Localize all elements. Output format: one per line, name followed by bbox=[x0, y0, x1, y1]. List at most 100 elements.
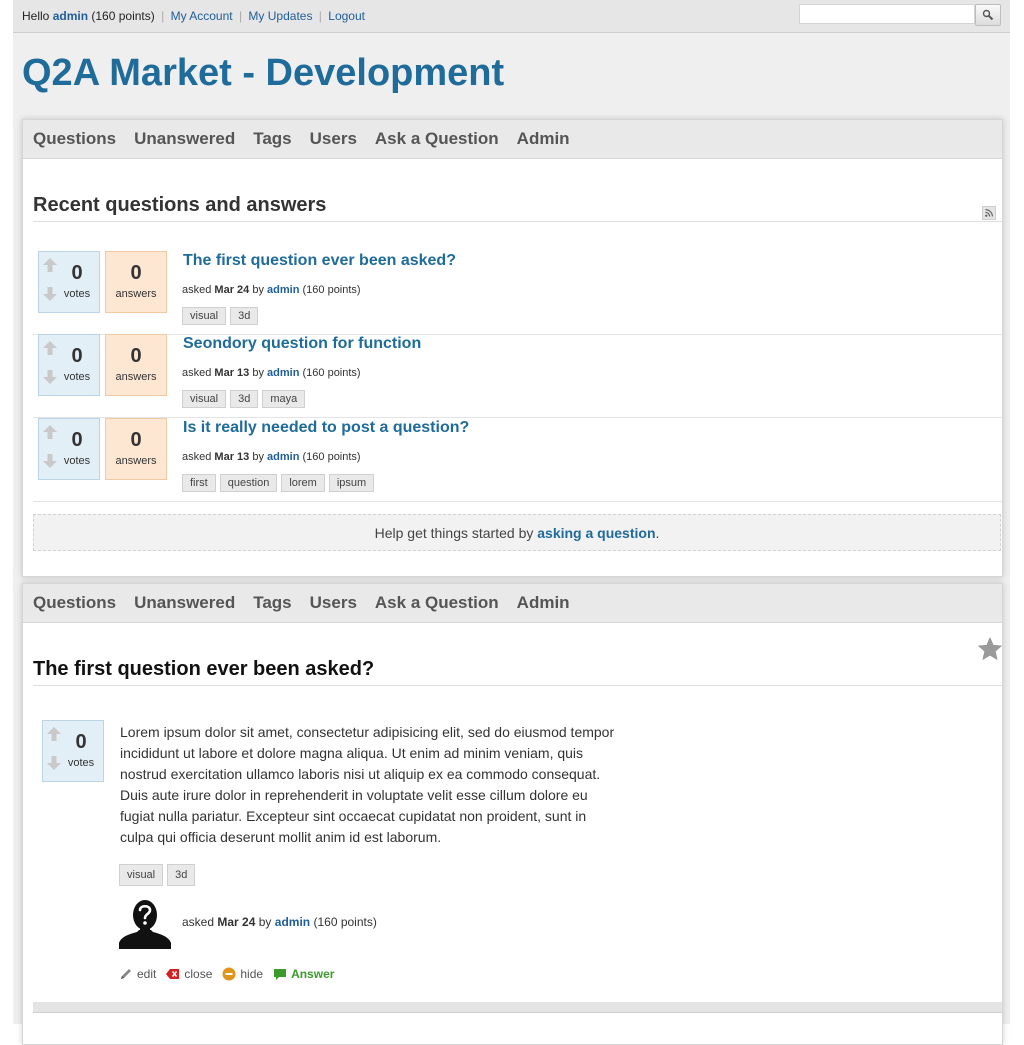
nav-unanswered[interactable]: Unanswered bbox=[134, 593, 235, 613]
list-item: 0 votes 0 answers Seondory question for … bbox=[33, 334, 1002, 418]
author-points: (160 points) bbox=[302, 284, 361, 296]
answer-button[interactable]: Answer bbox=[273, 967, 334, 981]
vote-down-icon[interactable] bbox=[42, 453, 58, 469]
tag-3d[interactable]: 3d bbox=[167, 864, 196, 886]
search-icon bbox=[982, 9, 994, 21]
question-title-link[interactable]: Is it really needed to post a question? bbox=[183, 419, 469, 437]
vote-down-icon[interactable] bbox=[42, 369, 58, 385]
my-updates-link[interactable]: My Updates bbox=[248, 9, 312, 23]
question-meta: asked Mar 13 by admin (160 points) bbox=[182, 367, 361, 379]
question-body: Lorem ipsum dolor sit amet, consectetur … bbox=[120, 724, 615, 845]
vote-count-box: 0 votes bbox=[38, 334, 100, 396]
asked-label: asked bbox=[182, 915, 215, 929]
avatar[interactable] bbox=[119, 897, 171, 949]
answers-label: answers bbox=[115, 455, 157, 467]
edit-button[interactable]: edit bbox=[119, 967, 156, 981]
search-button[interactable] bbox=[975, 4, 1001, 26]
question-meta: asked Mar 13 by admin (160 points) bbox=[182, 451, 361, 463]
vote-up-icon[interactable] bbox=[42, 424, 58, 440]
nav-unanswered[interactable]: Unanswered bbox=[134, 129, 235, 149]
tag-first[interactable]: first bbox=[182, 474, 216, 492]
answers-label: answers bbox=[115, 288, 157, 300]
close-label: close bbox=[184, 967, 213, 981]
hide-label: hide bbox=[240, 967, 264, 981]
edit-label: edit bbox=[137, 967, 157, 981]
tag-ipsum[interactable]: ipsum bbox=[328, 474, 375, 492]
tag-question[interactable]: question bbox=[219, 474, 278, 492]
nav-users[interactable]: Users bbox=[310, 593, 357, 613]
pencil-icon bbox=[121, 969, 131, 979]
by-label: by bbox=[252, 367, 264, 379]
tag-visual[interactable]: visual bbox=[119, 864, 164, 886]
vote-up-icon[interactable] bbox=[42, 257, 58, 273]
user-links: Hello admin (160 points) | My Account | … bbox=[22, 9, 365, 23]
separator: | bbox=[318, 9, 322, 23]
nav-ask-question[interactable]: Ask a Question bbox=[375, 593, 499, 613]
vote-up-icon[interactable] bbox=[46, 726, 62, 742]
tag-visual[interactable]: visual bbox=[182, 307, 227, 325]
question-title-link[interactable]: The first question ever been asked? bbox=[183, 252, 456, 270]
tag-visual[interactable]: visual bbox=[182, 390, 227, 408]
question-title-link[interactable]: Seondory question for function bbox=[183, 335, 421, 353]
nav-questions[interactable]: Questions bbox=[33, 129, 116, 149]
answer-count: 0 bbox=[130, 429, 142, 451]
logout-link[interactable]: Logout bbox=[328, 9, 365, 23]
list-item: 0 votes 0 answers The first question eve… bbox=[33, 251, 1002, 335]
vote-down-icon[interactable] bbox=[46, 755, 62, 771]
favorite-star-icon[interactable] bbox=[977, 636, 1003, 662]
author-link[interactable]: admin bbox=[267, 284, 299, 296]
nav-ask-question[interactable]: Ask a Question bbox=[375, 129, 499, 149]
answer-label: Answer bbox=[291, 967, 335, 981]
question-meta: asked Mar 24 by admin (160 points) bbox=[182, 915, 377, 929]
speech-bubble-icon bbox=[274, 968, 287, 980]
hello-text: Hello bbox=[22, 9, 50, 23]
asked-date: Mar 13 bbox=[214, 451, 250, 463]
my-account-link[interactable]: My Account bbox=[171, 9, 233, 23]
search-input[interactable] bbox=[799, 4, 975, 24]
ask-question-link[interactable]: asking a question bbox=[537, 525, 655, 541]
answer-count-box: 0 answers bbox=[105, 334, 167, 396]
nav-users[interactable]: Users bbox=[310, 129, 357, 149]
divider bbox=[33, 685, 1002, 686]
author-link[interactable]: admin bbox=[275, 915, 310, 929]
tag-list: visual 3d maya bbox=[182, 390, 309, 408]
asked-date: Mar 24 bbox=[217, 915, 256, 929]
nav-tags[interactable]: Tags bbox=[253, 129, 291, 149]
nav-questions[interactable]: Questions bbox=[33, 593, 116, 613]
nav-tags[interactable]: Tags bbox=[253, 593, 291, 613]
question-panel: Questions Unanswered Tags Users Ask a Qu… bbox=[22, 583, 1003, 1045]
vote-down-icon[interactable] bbox=[42, 286, 58, 302]
author-link[interactable]: admin bbox=[267, 451, 299, 463]
tag-list: visual 3d bbox=[119, 864, 199, 886]
nav-admin[interactable]: Admin bbox=[517, 593, 570, 613]
vote-up-icon[interactable] bbox=[42, 340, 58, 356]
vote-count-box: 0 votes bbox=[38, 251, 100, 313]
main-nav: Questions Unanswered Tags Users Ask a Qu… bbox=[23, 120, 1002, 159]
by-label: by bbox=[252, 284, 264, 296]
author-points: (160 points) bbox=[302, 367, 361, 379]
user-points: (160 points) bbox=[91, 9, 155, 23]
question-title: The first question ever been asked? bbox=[33, 658, 375, 680]
close-button[interactable]: close bbox=[166, 967, 212, 981]
help-suffix: . bbox=[655, 525, 660, 541]
by-label: by bbox=[258, 915, 272, 929]
hide-button[interactable]: hide bbox=[222, 967, 263, 981]
author-points: (160 points) bbox=[302, 451, 361, 463]
rss-icon[interactable] bbox=[982, 206, 996, 220]
by-label: by bbox=[252, 451, 264, 463]
author-points: (160 points) bbox=[313, 915, 377, 929]
list-item: 0 votes 0 answers Is it really needed to… bbox=[33, 418, 1002, 502]
nav-admin[interactable]: Admin bbox=[517, 129, 570, 149]
question-actions: edit close hide Answer bbox=[119, 967, 344, 981]
tag-maya[interactable]: maya bbox=[262, 390, 306, 408]
author-link[interactable]: admin bbox=[267, 367, 299, 379]
site-title[interactable]: Q2A Market - Development bbox=[22, 52, 504, 95]
tag-3d[interactable]: 3d bbox=[230, 307, 259, 325]
separator: | bbox=[161, 9, 165, 23]
close-icon bbox=[166, 969, 180, 979]
username-link[interactable]: admin bbox=[53, 9, 88, 23]
tag-lorem[interactable]: lorem bbox=[281, 474, 325, 492]
tag-3d[interactable]: 3d bbox=[230, 390, 259, 408]
tag-list: visual 3d bbox=[182, 307, 262, 325]
help-prefix: Help get things started by bbox=[374, 525, 534, 541]
